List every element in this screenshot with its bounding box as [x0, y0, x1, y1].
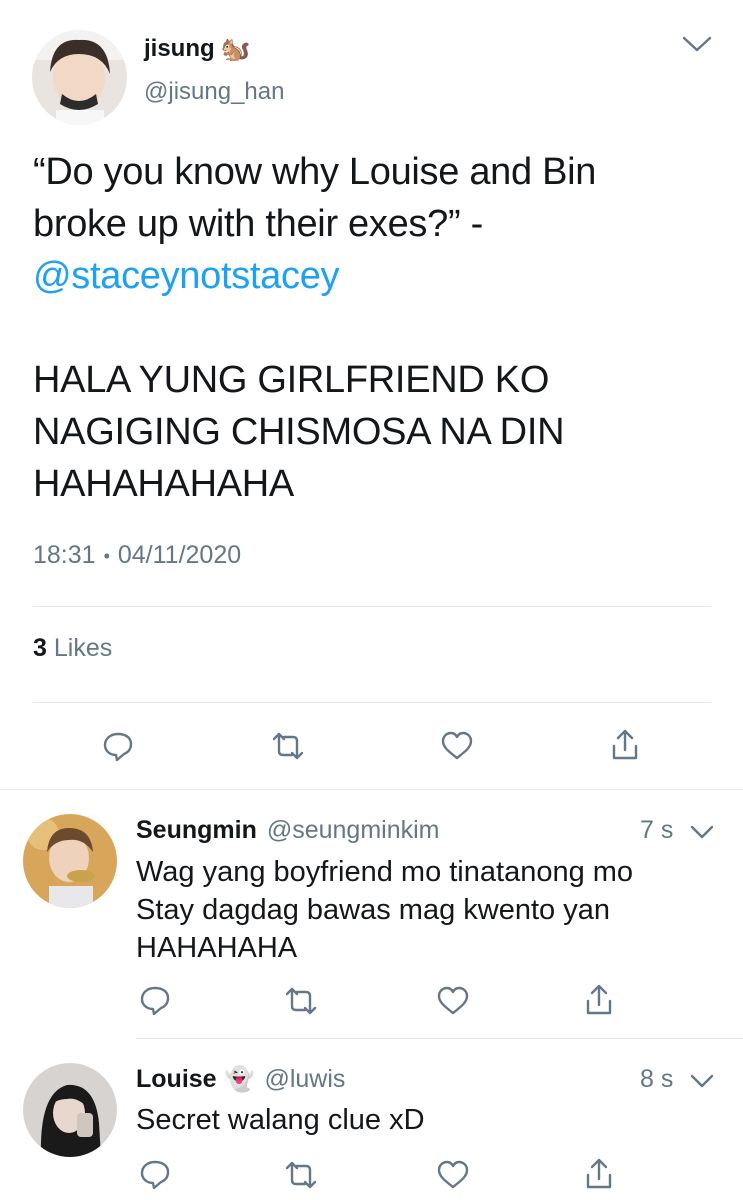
reply-header: Louise 👻 @luwis	[136, 1065, 345, 1094]
author-avatar[interactable]	[32, 30, 127, 125]
author-name: jisung	[144, 35, 215, 62]
tweet-time: 18:31	[33, 541, 96, 569]
reply-avatar[interactable]	[23, 1063, 117, 1157]
reply-text-line: Wag yang boyfriend mo tinatanong mo	[136, 856, 634, 888]
chevron-down-icon[interactable]	[689, 1071, 715, 1091]
tweet-date: 04/11/2020	[117, 541, 242, 569]
reply-author-name[interactable]: Seungmin	[136, 816, 257, 845]
tweet-text-line: “Do you know why Louise and Bin	[33, 151, 597, 193]
share-icon[interactable]	[584, 983, 614, 1017]
heart-icon[interactable]	[440, 731, 474, 761]
reply-time: 8 s	[640, 1065, 674, 1093]
reply-text-line: Stay dagdag bawas mag kwento yan	[136, 894, 610, 926]
author-name-row[interactable]: jisung 🐿️	[144, 33, 251, 65]
heart-icon[interactable]	[436, 1160, 470, 1190]
reply-icon[interactable]	[139, 1158, 171, 1190]
heart-icon[interactable]	[436, 986, 470, 1016]
tweet-timestamp: 18:31 • 04/11/2020	[33, 541, 241, 571]
share-icon[interactable]	[584, 1157, 614, 1191]
divider	[33, 606, 711, 607]
squirrel-emoji-icon: 🐿️	[220, 35, 251, 63]
reply-author-name[interactable]: Louise	[136, 1065, 217, 1094]
reply-author-handle[interactable]: @seungminkim	[267, 816, 440, 845]
divider	[136, 1038, 743, 1039]
reply-text-line: Secret walang clue xD	[136, 1104, 425, 1136]
reply-author-handle[interactable]: @luwis	[264, 1065, 345, 1094]
tweet-body: “Do you know why Louise and Bin broke up…	[33, 146, 723, 510]
chevron-down-icon[interactable]	[689, 822, 715, 842]
tweet-text-line: HAHAHAHAHA	[33, 463, 294, 505]
retweet-icon[interactable]	[283, 986, 319, 1016]
retweet-icon[interactable]	[270, 731, 306, 761]
divider	[0, 789, 743, 790]
reply-icon[interactable]	[139, 984, 171, 1016]
share-icon[interactable]	[610, 728, 640, 762]
tweet-text-line: broke up with their exes?” -	[33, 203, 483, 245]
likes-number: 3	[33, 634, 47, 662]
mention-link[interactable]: @staceynotstacey	[33, 250, 723, 302]
tweet-text-line: NAGIGING CHISMOSA NA DIN	[33, 411, 565, 453]
reply-text-line: HAHAHAHA	[136, 932, 298, 964]
author-handle[interactable]: @jisung_han	[144, 78, 284, 106]
retweet-icon[interactable]	[283, 1160, 319, 1190]
reply-text: Wag yang boyfriend mo tinatanong mo Stay…	[136, 853, 633, 967]
reply-text: Secret walang clue xD	[136, 1101, 425, 1139]
reply-icon[interactable]	[102, 730, 134, 762]
likes-count[interactable]: 3 Likes	[33, 634, 112, 663]
ghost-emoji-icon: 👻	[224, 1066, 255, 1093]
timestamp-separator: •	[103, 546, 110, 566]
reply-header: Seungmin @seungminkim	[136, 816, 440, 845]
reply-avatar[interactable]	[23, 814, 117, 908]
likes-label: Likes	[53, 634, 113, 662]
reply-time: 7 s	[640, 816, 674, 844]
tweet-text-line: HALA YUNG GIRLFRIEND KO	[33, 359, 550, 401]
chevron-down-icon[interactable]	[681, 32, 713, 56]
divider	[33, 702, 711, 703]
